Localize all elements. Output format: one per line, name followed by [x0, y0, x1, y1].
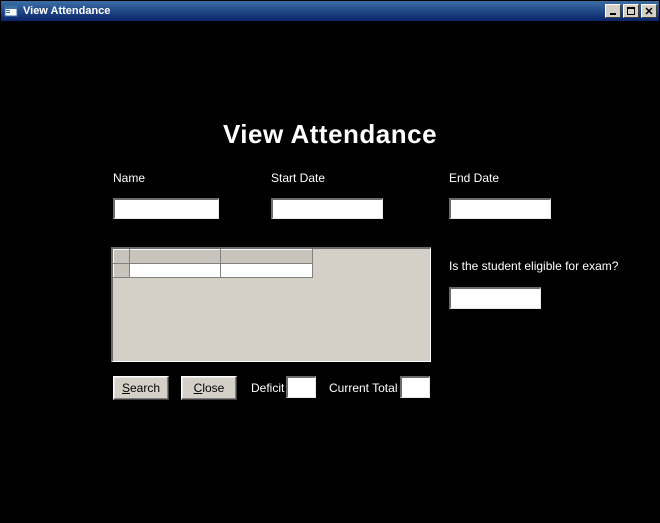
window-title: View Attendance — [23, 5, 110, 17]
deficit-label: Deficit — [251, 381, 284, 395]
search-button-rest: earch — [130, 381, 160, 395]
grid-cell[interactable] — [221, 264, 313, 278]
start-date-label: Start Date — [271, 171, 325, 185]
start-date-input[interactable] — [271, 198, 383, 219]
eligible-input[interactable] — [449, 287, 541, 309]
titlebar-left: View Attendance — [3, 3, 110, 19]
titlebar-buttons — [605, 4, 657, 18]
minimize-button[interactable] — [605, 4, 621, 18]
attendance-grid[interactable] — [111, 247, 431, 362]
grid-header-row — [114, 250, 313, 264]
close-window-button[interactable] — [641, 4, 657, 18]
titlebar: View Attendance — [1, 1, 659, 21]
close-button-rest: lose — [202, 381, 224, 395]
name-label: Name — [113, 171, 145, 185]
search-button[interactable]: Search — [113, 376, 169, 400]
maximize-button[interactable] — [623, 4, 639, 18]
grid-row-header[interactable] — [114, 264, 130, 278]
grid-header-cell[interactable] — [221, 250, 313, 264]
close-button[interactable]: Close — [181, 376, 237, 400]
current-total-label: Current Total — [329, 381, 397, 395]
name-input[interactable] — [113, 198, 219, 219]
deficit-output — [286, 376, 316, 398]
app-window: View Attendance View Attendance Name Sta… — [0, 0, 660, 523]
page-title: View Attendance — [1, 119, 659, 150]
grid-cell[interactable] — [129, 264, 221, 278]
grid-header-cell[interactable] — [129, 250, 221, 264]
grid-row — [114, 264, 313, 278]
end-date-label: End Date — [449, 171, 499, 185]
client-area: View Attendance Name Start Date End Date — [1, 21, 659, 522]
app-icon — [3, 3, 19, 19]
end-date-input[interactable] — [449, 198, 551, 219]
current-total-output — [400, 376, 430, 398]
grid-corner-cell — [114, 250, 130, 264]
grid-table — [113, 249, 313, 278]
eligible-label: Is the student eligible for exam? — [449, 259, 618, 273]
